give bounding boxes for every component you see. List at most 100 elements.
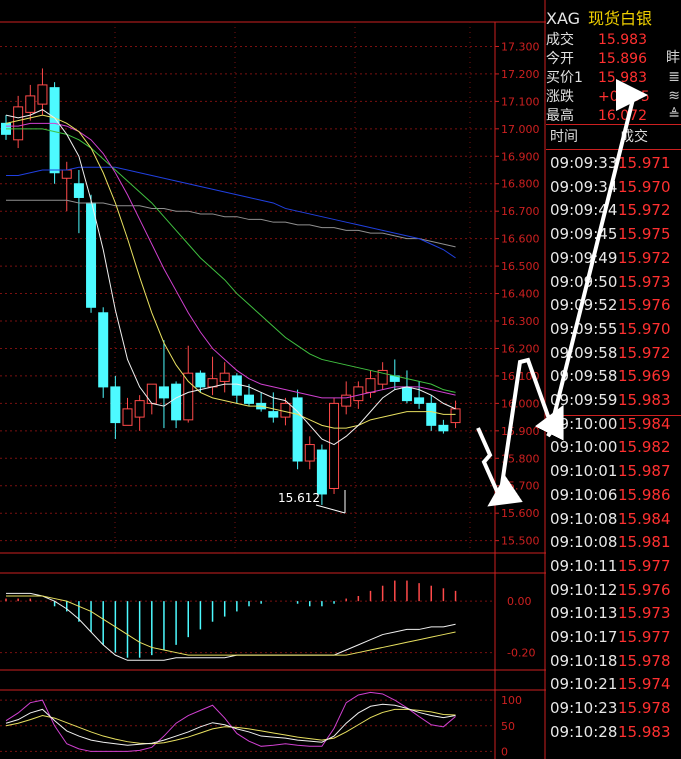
- tick-time: 09:10:28: [550, 722, 618, 741]
- quote-row: 涨跌 +0.095 ≋: [546, 87, 681, 106]
- price-tick-label: 15.900: [501, 425, 540, 438]
- candle-body-down: [438, 424, 449, 432]
- tick-time: 09:10:13: [550, 604, 618, 623]
- candle-body-down: [231, 375, 242, 396]
- candle-body-up: [61, 169, 72, 179]
- candle-body-down: [73, 183, 84, 198]
- tick-time: 09:09:49: [550, 248, 618, 267]
- candle-body-down: [414, 397, 425, 404]
- tick-time: 09:10:23: [550, 699, 618, 718]
- kline-chart-area[interactable]: 0.00 -0.20 100 50 0 17.300 17.200 17.100 17.00…: [0, 0, 546, 759]
- ma-white-line: [5, 109, 456, 446]
- quote-row-extra: ≜: [668, 107, 680, 123]
- tick-row: 09:10:1815.978: [550, 650, 671, 673]
- quote-row: 买价1 15.983 ≣: [546, 68, 681, 87]
- quote-row: 最高 16.072 ≜: [546, 106, 681, 125]
- price-axis: 17.300 17.200 17.100 17.000 16.900 16.800 16.7…: [495, 40, 540, 548]
- kdj-tick-label: 0: [501, 745, 508, 758]
- tick-price: 15.978: [618, 699, 671, 718]
- tick-price: 15.970: [618, 319, 671, 338]
- tick-row: 09:09:5915.983: [550, 389, 671, 412]
- candle-body-up: [134, 400, 145, 418]
- tick-row: 09:09:4415.972: [550, 199, 671, 222]
- quote-row-value: 15.983: [598, 70, 647, 86]
- tick-row: 09:09:5815.972: [550, 342, 671, 365]
- candle-body-down: [110, 386, 121, 424]
- quote-title: XAG 现货白银: [546, 5, 652, 29]
- candle-body-down: [316, 449, 327, 495]
- tick-price: 15.977: [618, 556, 671, 575]
- ma-magenta-line: [6, 122, 456, 399]
- tick-row: 09:10:2315.978: [550, 697, 671, 720]
- tick-row: 09:09:4915.972: [550, 247, 671, 270]
- tick-table-header: 时间 成交: [546, 126, 681, 148]
- tick-row: 09:09:5815.969: [550, 365, 671, 388]
- tick-time: 09:10:01: [550, 462, 618, 481]
- tick-time: 09:10:08: [550, 509, 618, 528]
- tick-time: 09:09:33: [550, 154, 618, 172]
- quote-row-value: +0.095: [598, 89, 650, 105]
- tick-price: 15.984: [618, 414, 671, 433]
- symbol-name: 现货白银: [588, 9, 653, 28]
- quote-row-label: 今开: [546, 51, 574, 67]
- candle-body-up: [280, 402, 291, 418]
- tick-row: 09:10:0015.984: [550, 413, 671, 436]
- tick-time: 09:10:00: [550, 438, 618, 457]
- tick-time: 09:10:06: [550, 485, 618, 504]
- price-tick-label: 15.700: [501, 480, 540, 493]
- tick-row: 09:09:3415.970: [550, 176, 671, 199]
- quote-row-extra: 盽: [666, 50, 680, 66]
- tick-price: 15.972: [618, 201, 671, 220]
- tick-time: 09:09:58: [550, 367, 618, 386]
- candle-body-down: [171, 383, 182, 421]
- tick-row: 09:10:1715.977: [550, 626, 671, 649]
- price-tick-label: 16.200: [501, 342, 540, 355]
- quote-row-extra: ≋: [668, 88, 680, 104]
- price-tick-label: 17.100: [501, 95, 540, 108]
- price-tick-label: 16.000: [501, 397, 540, 410]
- tick-time: 09:09:45: [550, 225, 618, 244]
- tick-price: 15.978: [618, 651, 671, 670]
- tick-time: 09:10:08: [550, 533, 618, 552]
- price-tick-label: 16.100: [501, 370, 540, 383]
- tick-price: 15.986: [618, 485, 671, 504]
- tick-row: 09:10:0615.986: [550, 484, 671, 507]
- tick-row: 09:09:4515.975: [550, 223, 671, 246]
- candle-body-up: [304, 444, 315, 462]
- tick-price: 15.972: [618, 343, 671, 362]
- candle-body-up: [329, 402, 340, 489]
- tick-price: 15.973: [618, 272, 671, 291]
- price-tick-label: 17.000: [501, 123, 540, 136]
- price-tick-label: 16.700: [501, 205, 540, 218]
- tick-time: 09:09:59: [550, 391, 618, 409]
- tick-row: 09:10:2815.983: [550, 721, 671, 744]
- tick-time: 09:09:44: [550, 201, 618, 220]
- tick-price: 15.983: [618, 391, 671, 409]
- quote-row-label: 涨跌: [546, 89, 574, 105]
- tick-time: 09:10:17: [550, 628, 618, 646]
- moving-averages-layer: [5, 109, 456, 446]
- kdj-panel: 100 50 0: [0, 691, 522, 758]
- tick-header-time: 时间: [550, 129, 578, 145]
- tick-price: 15.975: [618, 225, 671, 244]
- quote-row-value: 16.072: [598, 108, 647, 124]
- candle-body-up: [183, 372, 194, 421]
- quote-row-label: 成交: [546, 32, 574, 48]
- candle-body-down: [86, 202, 97, 308]
- price-tick-label: 17.300: [501, 40, 540, 53]
- tick-time: 09:10:11: [550, 556, 618, 575]
- price-tick-label: 16.500: [501, 260, 540, 273]
- price-tick-label: 15.800: [501, 452, 540, 465]
- candle-body-up: [37, 84, 48, 105]
- tick-price: 15.971: [618, 154, 671, 172]
- annotations-layer: 15.612: [278, 490, 346, 514]
- macd-tick-label: -0.20: [507, 647, 535, 660]
- quote-row-value: 15.896: [598, 51, 647, 67]
- price-tick-label: 16.800: [501, 178, 540, 191]
- kdj-tick-label: 100: [501, 694, 522, 707]
- candle-body-down: [401, 386, 412, 402]
- tick-price: 15.987: [618, 462, 671, 481]
- candle-body-down: [195, 372, 206, 388]
- tick-price: 15.969: [618, 367, 671, 386]
- tick-row: 09:10:0815.984: [550, 508, 671, 531]
